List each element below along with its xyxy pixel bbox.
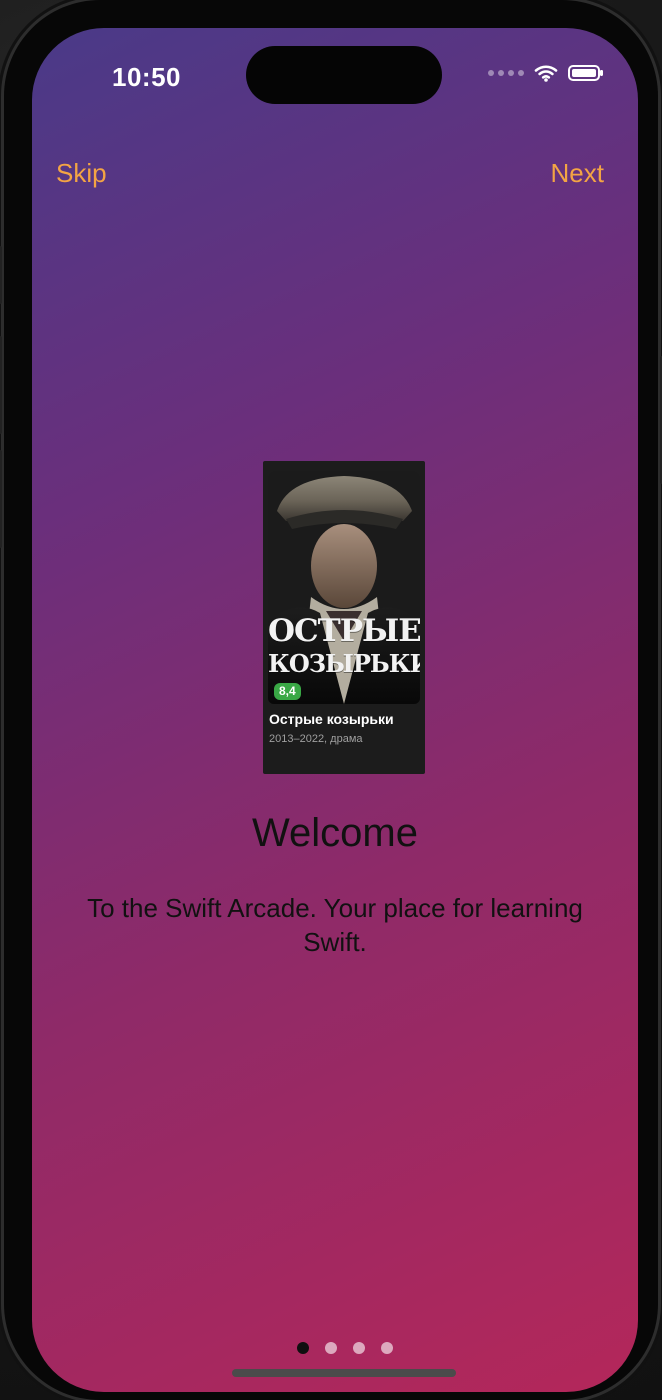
show-meta: 2013–2022, драма bbox=[269, 733, 363, 745]
side-button-left-3 bbox=[0, 450, 2, 548]
wifi-icon bbox=[534, 65, 558, 82]
phone-frame: 10:50 Skip Next ОСТРЫЕ КОЗЫРЬКИ 8,4 Остр… bbox=[0, 0, 662, 1400]
page-dot[interactable] bbox=[297, 1342, 309, 1354]
show-title: Острые козырьки bbox=[269, 711, 394, 727]
rating-badge: 8,4 bbox=[274, 683, 301, 701]
signal-dot bbox=[518, 70, 524, 76]
side-button-left-2 bbox=[0, 336, 2, 434]
show-card: ОСТРЫЕ КОЗЫРЬКИ 8,4 Острые козырьки 2013… bbox=[263, 461, 425, 774]
poster-title-line1: ОСТРЫЕ bbox=[268, 613, 420, 649]
poster-title-line2: КОЗЫРЬКИ bbox=[268, 649, 420, 678]
page-dot[interactable] bbox=[325, 1342, 337, 1354]
signal-icon bbox=[488, 70, 524, 76]
side-button-left-1 bbox=[0, 246, 2, 304]
signal-dot bbox=[488, 70, 494, 76]
home-indicator[interactable] bbox=[232, 1369, 456, 1377]
signal-dot bbox=[498, 70, 504, 76]
signal-dot bbox=[508, 70, 514, 76]
next-button[interactable]: Next bbox=[551, 160, 604, 186]
status-icons bbox=[488, 64, 604, 82]
page-indicator[interactable] bbox=[297, 1342, 393, 1354]
page-dot[interactable] bbox=[381, 1342, 393, 1354]
dynamic-island bbox=[246, 46, 442, 104]
status-time: 10:50 bbox=[112, 62, 181, 92]
skip-button[interactable]: Skip bbox=[56, 160, 107, 186]
battery-icon bbox=[568, 65, 603, 81]
phone-screen: 10:50 Skip Next ОСТРЫЕ КОЗЫРЬКИ 8,4 Остр… bbox=[32, 28, 638, 1392]
page-dot[interactable] bbox=[353, 1342, 365, 1354]
poster-image: ОСТРЫЕ КОЗЫРЬКИ 8,4 bbox=[268, 471, 420, 704]
onboarding-subtitle: To the Swift Arcade. Your place for lear… bbox=[87, 893, 583, 958]
onboarding-title: Welcome bbox=[252, 811, 418, 855]
